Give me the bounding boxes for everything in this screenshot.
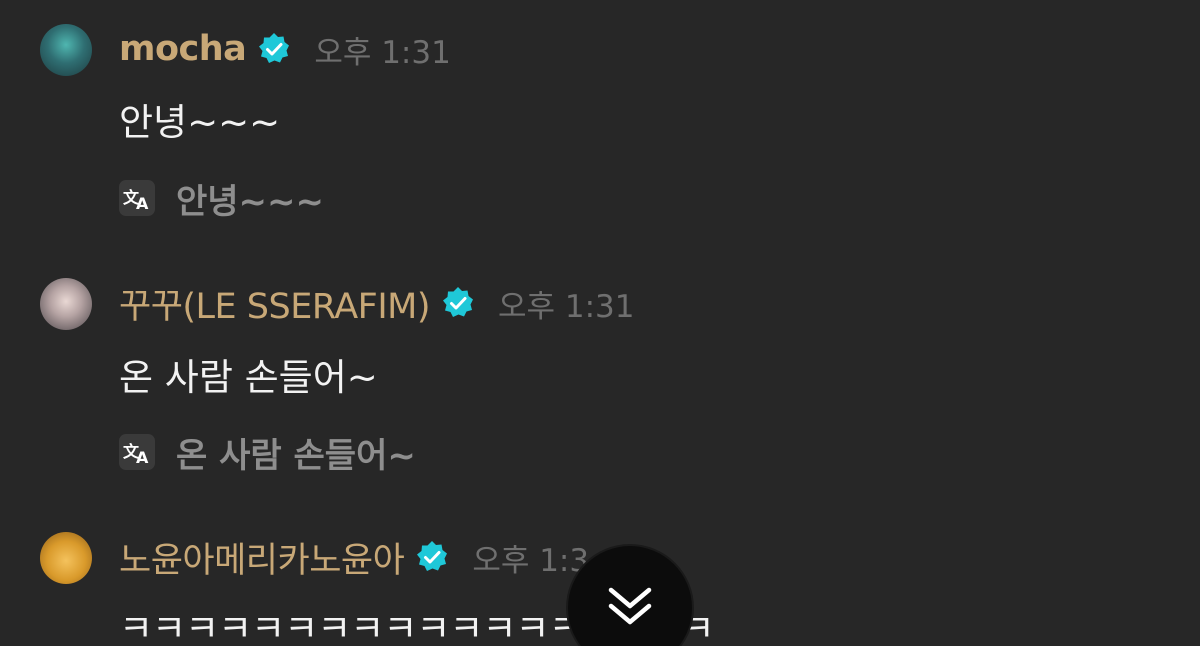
username[interactable]: 노윤아메리카노윤아 (119, 532, 405, 583)
svg-text:A: A (136, 448, 149, 465)
verified-badge-icon (443, 287, 473, 317)
avatar[interactable] (40, 532, 92, 584)
translation-row: 文 A 안녕~~~ (119, 178, 324, 222)
svg-text:A: A (136, 194, 149, 211)
timestamp: 오후 1:3 (472, 542, 590, 579)
chat-message: mocha 오후 1:31 안녕~~~ 文 A 안녕~~~ (0, 0, 1200, 250)
username[interactable]: 꾸꾸(LE SSERAFIM) (119, 278, 431, 329)
message-text: 온 사람 손들어~ (119, 356, 378, 399)
message-header: 노윤아메리카노윤아 오후 1:3 (119, 535, 590, 581)
translate-icon[interactable]: 文 A (119, 180, 155, 216)
double-chevron-down-icon (608, 587, 652, 625)
chat-feed: mocha 오후 1:31 안녕~~~ 文 A 안녕~~~ 꾸꾸(LE SSER… (0, 0, 1200, 646)
translation-text: 안녕~~~ (176, 181, 325, 222)
translate-icon[interactable]: 文 A (119, 434, 155, 470)
message-header: 꾸꾸(LE SSERAFIM) 오후 1:31 (119, 281, 635, 327)
verified-badge-icon (259, 33, 290, 63)
username[interactable]: mocha (119, 29, 247, 69)
message-text: 안녕~~~ (119, 101, 281, 144)
timestamp: 오후 1:31 (498, 288, 635, 325)
verified-badge-icon (417, 541, 448, 571)
translation-row: 文 A 온 사람 손들어~ (119, 432, 416, 476)
avatar[interactable] (40, 278, 92, 330)
message-header: mocha 오후 1:31 (119, 27, 451, 71)
avatar[interactable] (40, 24, 92, 76)
chat-message: 꾸꾸(LE SSERAFIM) 오후 1:31 온 사람 손들어~ 文 A 온 … (0, 250, 1200, 510)
translation-text: 온 사람 손들어~ (176, 435, 416, 476)
timestamp: 오후 1:31 (314, 34, 451, 71)
